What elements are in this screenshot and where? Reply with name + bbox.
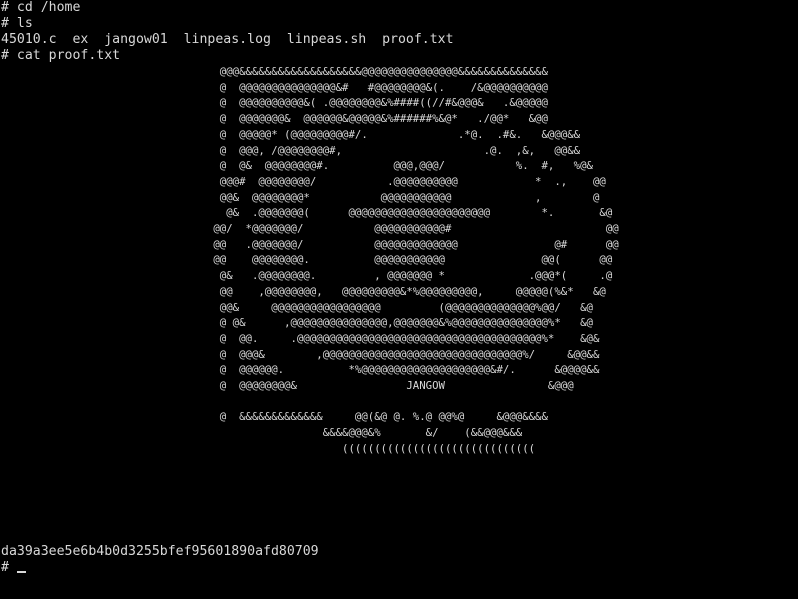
- art-line: @ @@. .@@@@@@@@@@@@@@@@@@@@@@@@@@@@@@@@@…: [1, 331, 600, 345]
- command-prompt[interactable]: #: [1, 560, 26, 576]
- terminal-screen[interactable]: # cd /home # ls 45010.c ex jangow01 linp…: [0, 0, 798, 599]
- proof-hash: da39a3ee5e6b4b0d3255bfef95601890afd80709: [1, 544, 319, 559]
- art-line: @@ .@@@@@@@/ @@@@@@@@@@@@@ @# @@: [1, 237, 619, 251]
- art-line: @& .@@@@@@@( @@@@@@@@@@@@@@@@@@@@@@ *. &…: [1, 206, 613, 220]
- prompt-symbol: #: [1, 560, 17, 575]
- proof-ascii-art: @@@&&&&&&&&&&&&&&&&&&&@@@@@@@@@@@@@@@&&&…: [1, 64, 619, 457]
- art-line: @ @@@@@@. *%@@@@@@@@@@@@@@@@@@@@&#/. &@@…: [1, 363, 600, 377]
- art-line: @@& @@@@@@@@@@@@@@@@@ (@@@@@@@@@@@@@@%@@…: [1, 300, 593, 314]
- art-line: ((((((((((((((((((((((((((((((: [1, 441, 536, 455]
- art-line: @@@&&&&&&&&&&&&&&&&&&&@@@@@@@@@@@@@@@&&&…: [1, 65, 548, 78]
- art-line: @@ ,@@@@@@@@, @@@@@@@@@&*%@@@@@@@@@, @@@…: [1, 284, 606, 298]
- art-line: @@/ *@@@@@@@/ @@@@@@@@@@@# @@: [1, 222, 619, 236]
- command-cd-home: # cd /home: [1, 0, 81, 15]
- art-line: @ @@@@@@@& @@@@@@&@@@@@&%######%&@* ./@@…: [1, 112, 548, 126]
- art-line: @@& @@@@@@@@* @@@@@@@@@@@ , @: [1, 190, 600, 204]
- art-line: @@ @@@@@@@@. @@@@@@@@@@@ @@( @@: [1, 253, 613, 267]
- command-ls: # ls: [1, 16, 33, 31]
- art-line: @ @@@& ,@@@@@@@@@@@@@@@@@@@@@@@@@@@@@@@%…: [1, 347, 600, 361]
- art-line: @ @@@@@@@@@@&( .@@@@@@@@&%####((//#&@@@&…: [1, 96, 548, 110]
- ls-output: 45010.c ex jangow01 linpeas.log linpeas.…: [1, 32, 454, 47]
- art-line: @& .@@@@@@@@. , @@@@@@@ * .@@@*( .@: [1, 269, 613, 283]
- art-line: &&&&@@@&% &/ (&&@@@&&&: [1, 426, 523, 440]
- art-line: @ @@@@@@@@@@@@@@@&# #@@@@@@@@&(. /&@@@@@…: [1, 80, 548, 94]
- art-line: @ @@@@@* (@@@@@@@@@#/. .*@. .#&. &@@@&&: [1, 127, 581, 141]
- art-line: @@@# @@@@@@@@/ .@@@@@@@@@@ * ., @@: [1, 174, 606, 188]
- art-line: @ @& @@@@@@@@#. @@@,@@@/ %. #, %@&: [1, 159, 593, 173]
- command-cat-proof: # cat proof.txt: [1, 48, 121, 63]
- art-line: @ @@@, /@@@@@@@@#, .@. ,&, @@&&: [1, 143, 581, 157]
- cursor-icon: [16, 571, 26, 573]
- art-line: @ @@@@@@@@& JANGOW &@@@: [1, 379, 574, 393]
- art-line: @ &&&&&&&&&&&&& @@(&@ @. %.@ @@%@ &@@@&&…: [1, 410, 548, 424]
- art-line: @ @& ,@@@@@@@@@@@@@@@,@@@@@@@&%@@@@@@@@@…: [1, 316, 593, 330]
